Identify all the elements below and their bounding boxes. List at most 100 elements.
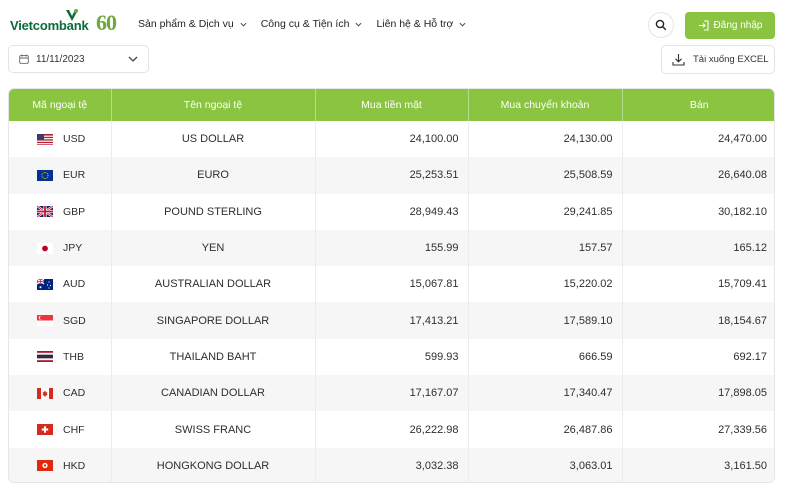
nav-contact-support[interactable]: Liên hệ & Hỗ trợ	[376, 18, 466, 30]
cell-code: CHF	[9, 411, 112, 448]
table-row: USD US DOLLAR 24,100.00 24,130.00 24,470.00	[9, 121, 774, 158]
jp-flag-icon	[37, 242, 53, 254]
column-header-code: Mã ngoại tệ	[9, 89, 112, 121]
currency-name: SWISS FRANC	[111, 411, 316, 448]
cell-code: THB	[9, 338, 112, 376]
chevron-down-icon	[240, 22, 247, 27]
currency-code: HKD	[63, 459, 86, 472]
hk-flag-icon	[37, 460, 53, 472]
currency-name: US DOLLAR	[111, 121, 316, 158]
cell-code: SGD	[9, 302, 112, 339]
cash-buy-rate: 28,949.43	[315, 193, 469, 230]
cell-code: AUD	[9, 266, 112, 303]
column-header-name: Tên ngoại tệ	[111, 89, 316, 121]
th-flag-icon	[37, 351, 53, 363]
exchange-rate-table: Mã ngoại tệ Tên ngoại tệ Mua tiền mặt Mu…	[8, 88, 775, 483]
sell-rate: 30,182.10	[718, 205, 767, 218]
table-row: CAD CANADIAN DOLLAR 17,167.07 17,340.47 17,8…	[9, 375, 774, 412]
sell-rate: 24,470.00	[718, 133, 767, 146]
main-nav: Sản phẩm & Dịch vụ Công cụ & Tiện ích Li…	[138, 18, 480, 30]
cell-code: GBP	[9, 193, 112, 230]
sell-rate: 17,898.05	[718, 387, 767, 400]
cash-buy-rate: 3,032.38	[315, 447, 469, 482]
transfer-buy-rate: 24,130.00	[468, 121, 623, 158]
cash-buy-rate: 155.99	[315, 229, 469, 267]
vietcombank-logo[interactable]: Vietcombank 60	[8, 7, 117, 35]
nav-tools-utilities[interactable]: Công cụ & Tiện ích	[261, 18, 363, 30]
transfer-buy-rate: 17,589.10	[468, 302, 623, 339]
search-icon	[655, 19, 667, 31]
chevron-down-icon	[459, 22, 466, 27]
ch-flag-icon	[37, 424, 53, 436]
cash-buy-rate: 24,100.00	[315, 121, 469, 158]
cash-buy-rate: 17,167.07	[315, 375, 469, 412]
currency-code: EUR	[63, 169, 86, 182]
currency-code: GBP	[63, 205, 86, 218]
au-flag-icon	[36, 278, 53, 290]
eu-flag-icon	[37, 169, 53, 181]
currency-name: YEN	[111, 229, 316, 267]
cash-buy-rate: 26,222.98	[315, 411, 469, 448]
cash-buy-rate: 599.93	[315, 338, 469, 376]
login-label: Đăng nhập	[713, 20, 763, 31]
currency-code: USD	[63, 133, 86, 146]
column-header-cash-buy: Mua tiền mặt	[315, 89, 469, 121]
sell-rate: 26,640.08	[718, 169, 767, 182]
transfer-buy-rate: 29,241.85	[468, 193, 623, 230]
brand-mark-icon	[64, 7, 80, 28]
calendar-icon	[19, 54, 29, 64]
currency-name: EURO	[111, 157, 316, 194]
transfer-buy-rate: 25,508.59	[468, 157, 623, 194]
currency-name: THAILAND BAHT	[111, 338, 316, 376]
transfer-buy-rate: 666.59	[468, 338, 623, 376]
currency-name: AUSTRALIAN DOLLAR	[111, 266, 316, 303]
cash-buy-rate: 17,413.21	[315, 302, 469, 339]
table-row: THB THAILAND BAHT 599.93 666.59 692.17	[9, 338, 774, 376]
currency-code: CHF	[63, 423, 85, 436]
sg-flag-icon	[37, 315, 53, 327]
download-icon	[672, 54, 685, 66]
table-row: AUD AUSTRALIAN DOLLAR 15,067.81 15,220.02 15…	[9, 266, 774, 303]
column-header-transfer-buy: Mua chuyển khoản	[468, 89, 623, 121]
chevron-down-icon	[128, 56, 138, 62]
nav-label: Liên hệ & Hỗ trợ	[376, 18, 454, 30]
nav-products-services[interactable]: Sản phẩm & Dịch vụ	[138, 18, 247, 30]
cash-buy-rate: 15,067.81	[315, 266, 469, 303]
login-icon	[698, 20, 709, 31]
cell-code: HKD	[9, 447, 112, 482]
sell-rate: 27,339.56	[718, 423, 767, 436]
nav-label: Công cụ & Tiện ích	[260, 18, 350, 30]
currency-name: CANADIAN DOLLAR	[111, 375, 316, 412]
download-excel-button[interactable]: Tải xuống EXCEL	[661, 45, 775, 74]
currency-code: AUD	[63, 278, 86, 291]
sell-rate: 692.17	[733, 350, 767, 363]
cell-code: EUR	[9, 157, 112, 194]
anniversary-mark: 60	[96, 10, 117, 35]
table-row: CHF SWISS FRANC 26,222.98 26,487.86 27,339.5…	[9, 411, 774, 448]
excel-label: Tải xuống EXCEL	[693, 54, 769, 65]
chevron-down-icon	[355, 22, 362, 27]
table-header-row: Mã ngoại tệ Tên ngoại tệ Mua tiền mặt Mu…	[9, 89, 774, 121]
currency-code: JPY	[63, 242, 83, 255]
currency-name: SINGAPORE DOLLAR	[111, 302, 316, 339]
cash-buy-rate: 25,253.51	[315, 157, 469, 194]
transfer-buy-rate: 26,487.86	[468, 411, 623, 448]
currency-name: HONGKONG DOLLAR	[111, 447, 316, 482]
search-button[interactable]	[648, 12, 674, 38]
transfer-buy-rate: 17,340.47	[468, 375, 623, 412]
login-button[interactable]: Đăng nhập	[685, 12, 775, 39]
currency-code: THB	[63, 350, 84, 363]
date-picker[interactable]: 11/11/2023	[8, 45, 149, 73]
us-flag-icon	[37, 133, 53, 145]
date-value: 11/11/2023	[36, 53, 85, 65]
cell-code: CAD	[9, 375, 112, 412]
sell-rate: 3,161.50	[724, 459, 767, 472]
sell-rate: 165.12	[733, 242, 767, 255]
site-header: Vietcombank 60 Sản phẩm & Dịch vụ Công c…	[0, 0, 800, 48]
table-row: EUR EURO 25,253.51 25,508.59 26,640.08	[9, 157, 774, 194]
transfer-buy-rate: 15,220.02	[468, 266, 623, 303]
transfer-buy-rate: 157.57	[468, 229, 623, 267]
nav-label: Sản phẩm & Dịch vụ	[138, 18, 234, 30]
column-header-sell: Bán	[689, 99, 709, 111]
currency-name: POUND STERLING	[111, 193, 316, 230]
